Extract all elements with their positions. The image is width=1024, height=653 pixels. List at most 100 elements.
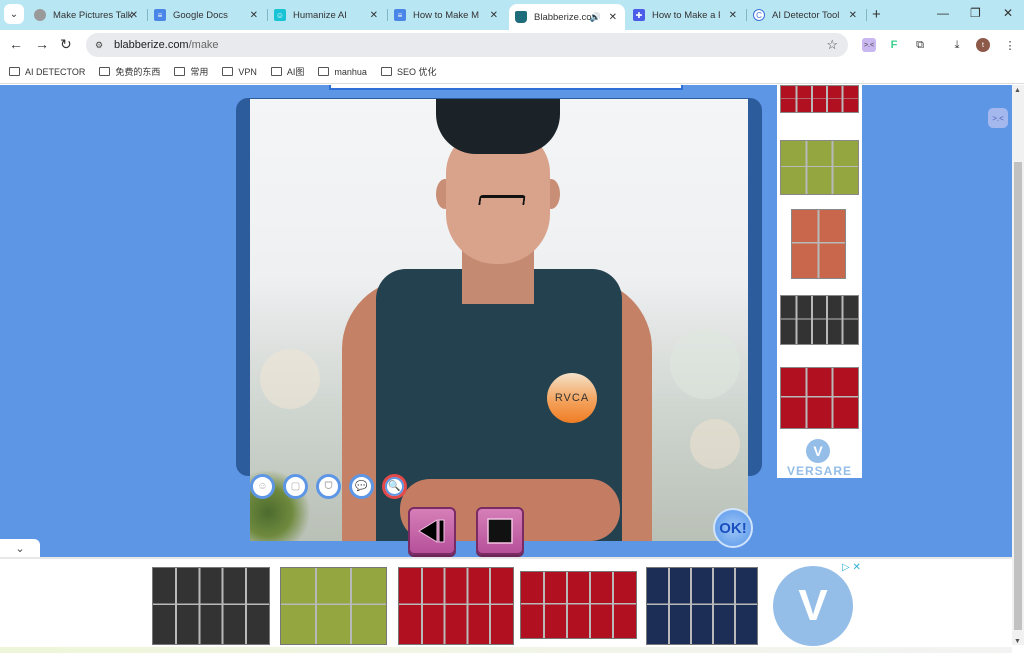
- audio-playing-icon[interactable]: 🔊: [590, 12, 601, 23]
- subject-cap: [436, 99, 560, 154]
- ad-panel-black[interactable]: [152, 567, 270, 645]
- close-window-button[interactable]: ✕: [1003, 6, 1013, 20]
- bookmark-seo[interactable]: SEO 优化: [380, 65, 436, 78]
- floating-extension-button[interactable]: >.<: [988, 108, 1008, 128]
- versare-logo-icon: V: [773, 566, 853, 646]
- bookmark-vpn[interactable]: VPN: [222, 67, 257, 77]
- bookmark-ai-detector[interactable]: AI DETECTOR: [9, 67, 85, 77]
- menu-kebab-icon[interactable]: ⋮: [1003, 38, 1017, 52]
- extension-face-icon[interactable]: >.<: [862, 38, 876, 52]
- folder-icon: [318, 67, 330, 76]
- bottom-ad-versare[interactable]: V ▷ ✕: [0, 557, 1012, 647]
- extensions-puzzle-icon[interactable]: ⧉: [913, 38, 927, 52]
- ad-panel-black[interactable]: [780, 295, 859, 345]
- bookmark-free-stuff[interactable]: 免费的东西: [99, 65, 160, 78]
- ad-panel-green[interactable]: [280, 567, 387, 645]
- tab-humanize-ai[interactable]: ☺ Humanize AI ✕: [268, 4, 386, 26]
- address-bar[interactable]: ⚙ blabberize.com/make ☆: [86, 33, 848, 57]
- mouth-tool-button[interactable]: ᗜ: [316, 474, 341, 499]
- tab-separator: [866, 9, 867, 21]
- scroll-down-arrow-icon[interactable]: ▼: [1014, 638, 1021, 645]
- favicon-icon: [34, 9, 46, 21]
- tab-how-to-make-my[interactable]: ≡ How to Make My ✕: [388, 4, 506, 26]
- tab-google-docs[interactable]: ≡ Google Docs ✕: [148, 4, 266, 26]
- status-strip: [0, 647, 1012, 653]
- back-button[interactable]: ←: [9, 36, 23, 52]
- close-tab-icon[interactable]: ✕: [250, 10, 258, 21]
- download-icon[interactable]: ⤓: [950, 38, 964, 52]
- bookmark-manhua[interactable]: manhua: [318, 67, 367, 77]
- close-tab-icon[interactable]: ✕: [729, 10, 737, 21]
- minimize-button[interactable]: —: [937, 6, 949, 20]
- zoom-tool-button[interactable]: 🔍: [382, 474, 407, 499]
- url-text: blabberize.com/make: [114, 39, 219, 51]
- tab-ai-detector-tool[interactable]: C AI Detector Tool | ✕: [747, 4, 865, 26]
- tool-buttons: ☺ ▢ ᗜ 💬 🔍: [250, 474, 407, 499]
- new-tab-button[interactable]: +: [872, 6, 881, 23]
- frame-icon: ▢: [290, 481, 301, 492]
- scrollbar-thumb[interactable]: [1014, 162, 1022, 630]
- bookmarks-bar: AI DETECTOR 免费的东西 常用 VPN AI图 manhua SEO …: [0, 60, 1024, 84]
- restore-button[interactable]: ❐: [970, 6, 981, 20]
- page-scrollbar[interactable]: ▲ ▼: [1012, 85, 1024, 645]
- forward-button[interactable]: →: [35, 36, 49, 52]
- bookmark-ai-image[interactable]: AI图: [270, 65, 304, 78]
- close-tab-icon[interactable]: ✕: [490, 10, 498, 21]
- ad-panel-red[interactable]: [520, 571, 637, 639]
- chevron-down-icon: ⌄: [9, 8, 19, 20]
- ad-panel-red[interactable]: [398, 567, 514, 645]
- ad-panel-green[interactable]: [780, 140, 859, 195]
- ad-panel-navy[interactable]: [646, 567, 758, 645]
- c-logo-icon: C: [753, 9, 765, 21]
- browser-toolbar: ← → ↻ ⚙ blabberize.com/make ☆ >.< F ⧉ ⤓ …: [0, 30, 1024, 60]
- speech-bubble-tool-button[interactable]: 💬: [349, 474, 374, 499]
- tab-search-button[interactable]: ⌄: [4, 4, 24, 24]
- site-settings-icon[interactable]: ⚙: [92, 38, 106, 52]
- rewind-button[interactable]: [408, 507, 456, 555]
- close-tab-icon[interactable]: ✕: [849, 10, 857, 21]
- adchoices-icon[interactable]: ▷ ✕: [842, 562, 861, 573]
- tank-top-favicon-icon: [515, 11, 527, 23]
- docs-icon: ≡: [394, 9, 406, 21]
- close-tab-icon[interactable]: ✕: [130, 10, 138, 21]
- tab-how-to-make-a-photo[interactable]: ✚ How to Make a Ph ✕: [627, 4, 745, 26]
- frame-tool-button[interactable]: ▢: [283, 474, 308, 499]
- plus-favicon-icon: ✚: [633, 9, 645, 21]
- magnifier-icon: 🔍: [388, 481, 401, 492]
- close-tab-icon[interactable]: ✕: [609, 12, 617, 23]
- side-ad-versare[interactable]: V VERSARE: [777, 85, 862, 478]
- face-tool-button[interactable]: ☺: [250, 474, 275, 499]
- ad-panel-red[interactable]: [780, 85, 859, 113]
- mouth-icon: ᗜ: [324, 481, 333, 492]
- profile-avatar[interactable]: t: [976, 38, 990, 52]
- folder-icon: [380, 67, 392, 76]
- bokeh-light: [690, 419, 740, 469]
- folder-icon: [222, 67, 234, 76]
- scroll-up-arrow-icon[interactable]: ▲: [1014, 87, 1021, 94]
- docs-icon: ≡: [154, 9, 166, 21]
- tab-blabberize[interactable]: Blabberize.com 🔊 ✕: [509, 4, 625, 30]
- stop-icon: [487, 518, 513, 544]
- ad-panel-red[interactable]: [780, 367, 859, 429]
- blabberize-page: RVCA ☺ ▢ ᗜ 💬 🔍 OK! V VERSARE: [0, 85, 1012, 557]
- extension-f-icon[interactable]: F: [887, 38, 901, 52]
- mouth-outline-drawing[interactable]: [478, 195, 526, 205]
- speech-bubble-icon: 💬: [355, 481, 368, 492]
- bokeh-light: [260, 349, 320, 409]
- bookmark-common[interactable]: 常用: [174, 65, 208, 78]
- collapse-ad-button[interactable]: ⌄: [0, 539, 40, 558]
- stop-button[interactable]: [476, 507, 524, 555]
- shirt-logo: RVCA: [547, 373, 597, 423]
- face-icon: ☺: [257, 481, 268, 492]
- bookmark-star-icon[interactable]: ☆: [826, 37, 838, 53]
- ok-button[interactable]: OK!: [713, 508, 753, 548]
- tab-strip: ⌄ Make Pictures Talk ✕ ≡ Google Docs ✕ ☺…: [0, 0, 1024, 30]
- reload-button[interactable]: ↻: [60, 36, 72, 53]
- folder-icon: [99, 67, 111, 76]
- tab-make-pictures-talk[interactable]: Make Pictures Talk ✕: [28, 4, 146, 26]
- bokeh-light: [670, 329, 740, 399]
- ad-panel-terracotta[interactable]: [791, 209, 846, 279]
- humanize-icon: ☺: [274, 9, 286, 21]
- versare-brand-text: VERSARE: [786, 464, 852, 478]
- close-tab-icon[interactable]: ✕: [370, 10, 378, 21]
